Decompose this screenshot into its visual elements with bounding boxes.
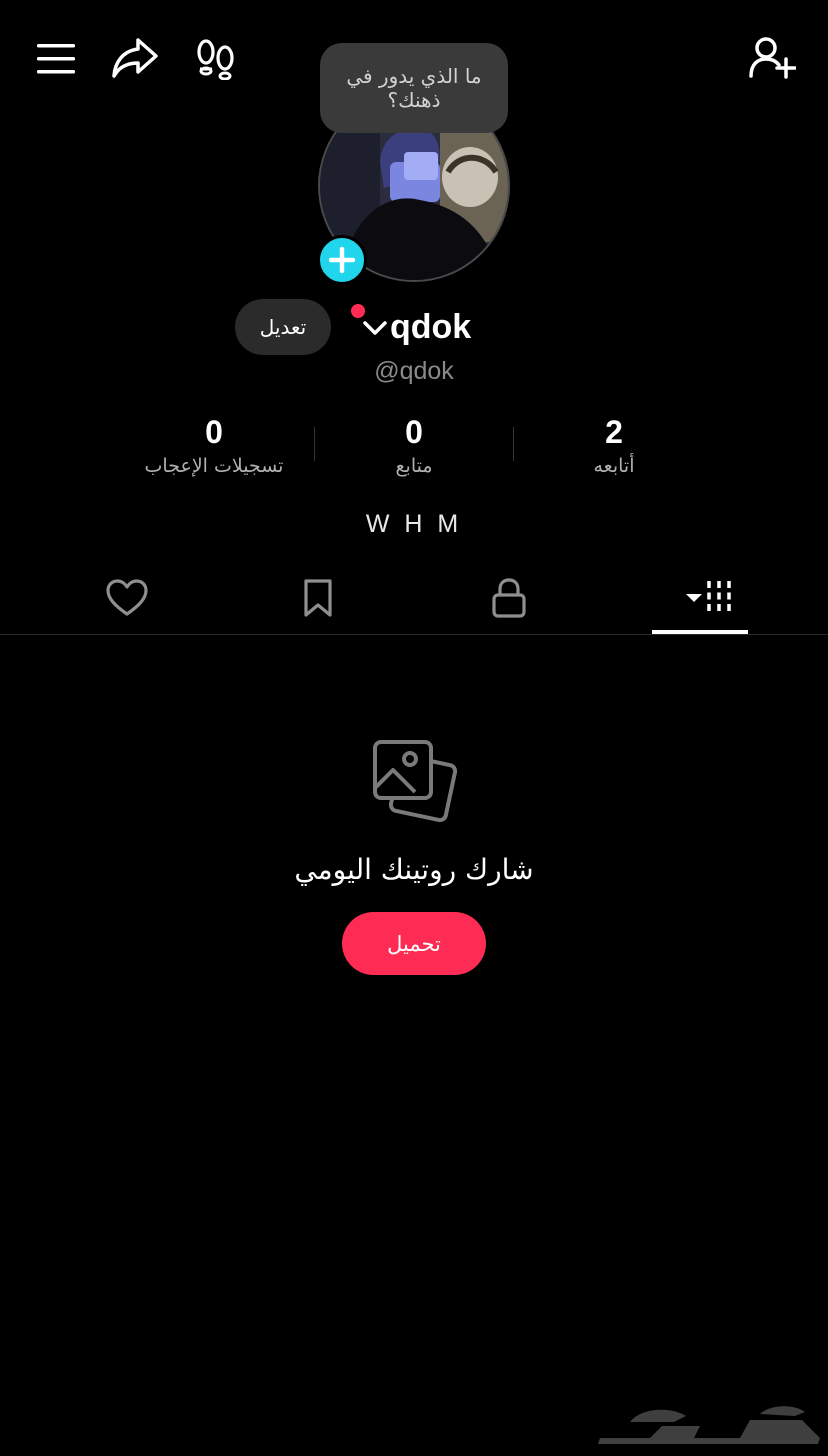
stat-likes-label: تسجيلات الإعجاب [144, 455, 284, 477]
empty-state-title: شارك روتينك اليومي [294, 853, 534, 886]
status-bubble[interactable]: ما الذي يدور في ذهنك؟ [320, 43, 508, 133]
upload-button[interactable]: تحميل [342, 912, 486, 975]
tabs-divider [0, 634, 828, 635]
share-icon[interactable] [110, 36, 160, 80]
bookmark-icon [304, 579, 332, 617]
heart-icon [106, 579, 148, 616]
photo-stack-icon [369, 738, 459, 832]
tab-liked[interactable] [77, 568, 177, 628]
tab-videos[interactable] [650, 568, 750, 628]
tab-private[interactable] [459, 568, 559, 628]
footprints-icon[interactable] [196, 38, 236, 80]
edit-profile-label: تعديل [259, 315, 307, 339]
stat-following[interactable]: 2 أتابعه [514, 412, 714, 480]
lock-icon [492, 578, 526, 618]
stat-following-value: 2 [605, 414, 623, 450]
stat-divider [314, 427, 315, 461]
add-photo-button[interactable] [317, 235, 367, 285]
stat-followers-label: متابع [395, 455, 433, 477]
menu-icon[interactable] [36, 40, 76, 78]
stat-followers-value: 0 [405, 414, 423, 450]
tab-saved[interactable] [268, 568, 368, 628]
plus-icon [329, 247, 355, 273]
add-friend-icon[interactable] [748, 36, 796, 82]
chevron-down-icon[interactable] [362, 318, 388, 342]
stat-likes-value: 0 [205, 414, 223, 450]
status-bubble-text: ما الذي يدور في ذهنك؟ [346, 64, 482, 112]
videos-grid-icon [686, 581, 731, 615]
edit-profile-button[interactable]: تعديل [235, 299, 331, 355]
username[interactable]: qdok [390, 306, 471, 348]
upload-button-label: تحميل [387, 931, 441, 956]
stat-likes[interactable]: 0 تسجيلات الإعجاب [114, 412, 314, 480]
user-handle: @qdok [374, 357, 454, 385]
stat-followers[interactable]: 0 متابع [314, 412, 514, 480]
profile-bio: W H M [365, 510, 463, 538]
haraj-watermark-logo [590, 1398, 822, 1452]
notification-dot [351, 304, 365, 318]
stat-following-label: أتابعه [593, 455, 635, 477]
